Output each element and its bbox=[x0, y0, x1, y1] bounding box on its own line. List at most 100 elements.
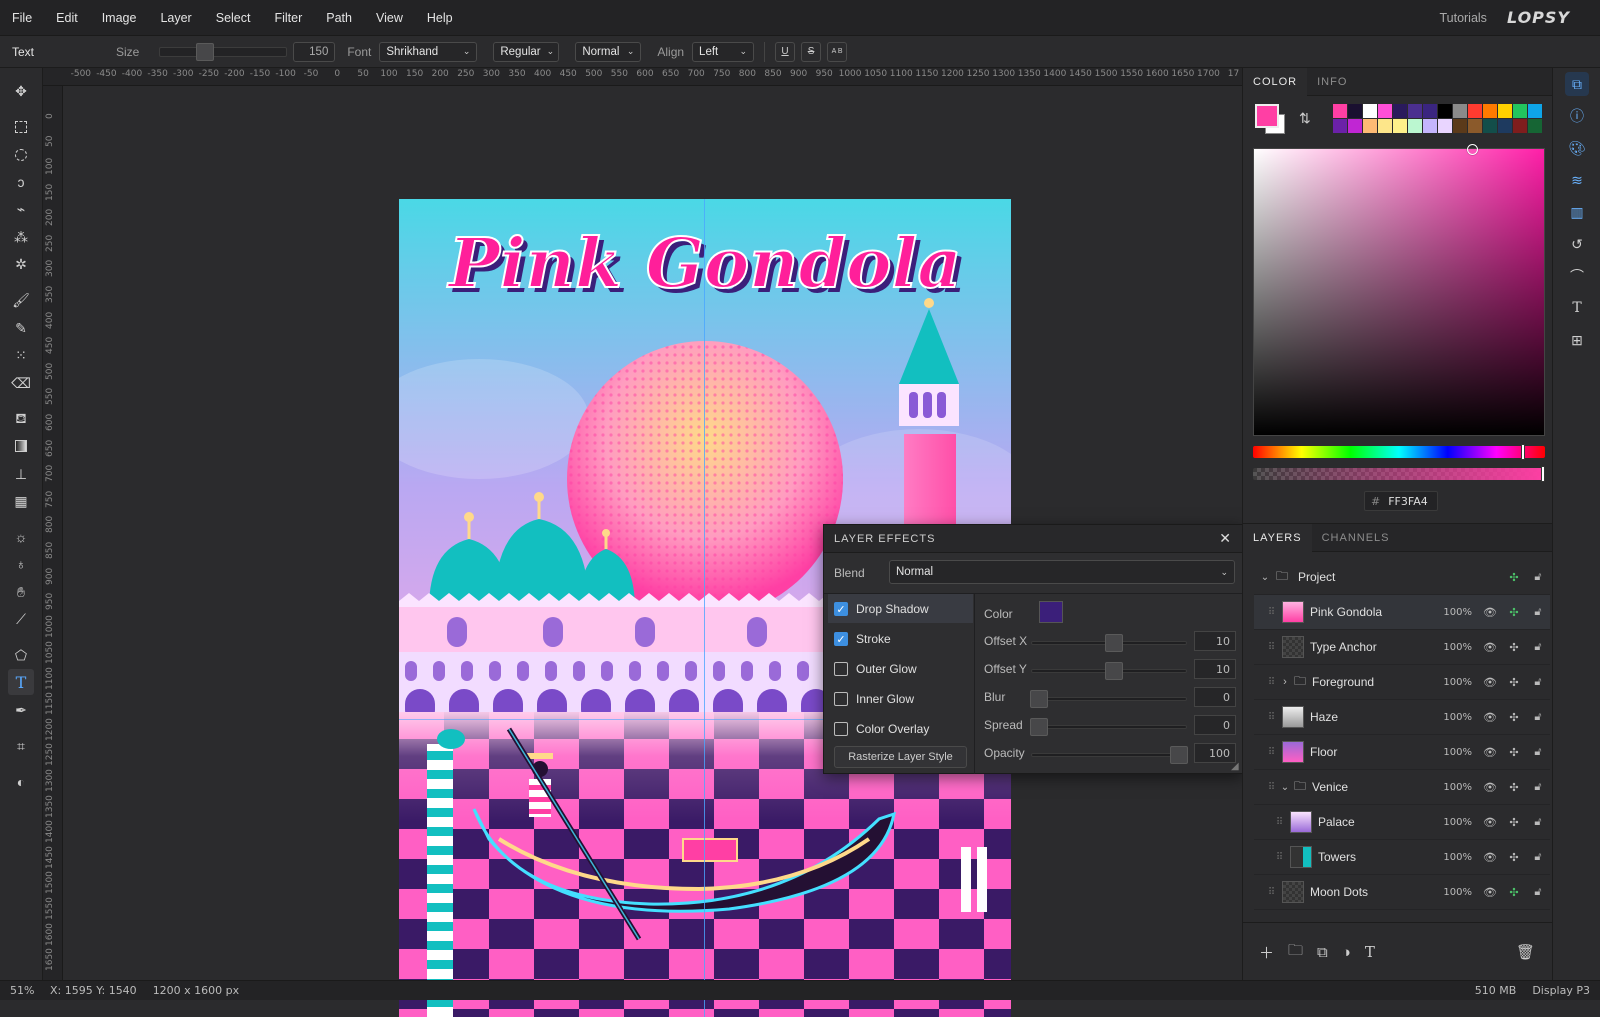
color-swatch[interactable] bbox=[1483, 104, 1497, 118]
layer-row-type-anchor[interactable]: ⠿ Type Anchor 100% 👁︎ ✣ 🔓︎ bbox=[1254, 630, 1550, 665]
healing-icon[interactable]: ✲ bbox=[8, 251, 34, 277]
drag-handle-icon[interactable]: ⠿ bbox=[1266, 712, 1276, 723]
add-layer-icon[interactable]: ＋ bbox=[1259, 942, 1274, 963]
map-icon[interactable]: ⧉ bbox=[1565, 72, 1589, 96]
spray-icon[interactable]: ⁙ bbox=[8, 342, 34, 368]
outer-glow-checkbox[interactable] bbox=[834, 662, 848, 676]
offset-x-slider[interactable] bbox=[1031, 634, 1187, 652]
color-swatch[interactable] bbox=[1393, 104, 1407, 118]
blur-knob[interactable] bbox=[1030, 690, 1048, 708]
font-style-select[interactable]: Regular ⌄ bbox=[493, 41, 560, 62]
offset-y-input[interactable]: 10 bbox=[1194, 659, 1236, 679]
alpha-slider-handle[interactable] bbox=[1541, 466, 1545, 482]
color-swatch[interactable] bbox=[1438, 119, 1452, 133]
saturation-brightness-picker[interactable] bbox=[1253, 144, 1545, 436]
lock-icon[interactable]: 🔓︎ bbox=[1526, 851, 1550, 864]
lock-icon[interactable]: 🔓︎ bbox=[1526, 746, 1550, 759]
eye-icon[interactable]: 👁︎ bbox=[1478, 816, 1502, 829]
text-layer-icon[interactable]: T bbox=[1365, 943, 1375, 961]
trash-icon[interactable]: 🗑︎ bbox=[1516, 943, 1535, 961]
pencil-icon[interactable]: ✎ bbox=[8, 315, 34, 341]
align-select[interactable]: Left ⌄ bbox=[692, 41, 755, 62]
color-swatch[interactable] bbox=[1348, 104, 1362, 118]
effects-icon[interactable]: ✣ bbox=[1502, 711, 1526, 724]
lasso-icon[interactable]: ↄ bbox=[8, 169, 34, 195]
eraser-icon[interactable]: ⌫ bbox=[8, 370, 34, 396]
eye-icon[interactable]: 👁︎ bbox=[1478, 851, 1502, 864]
chevron-down-icon[interactable]: ⌄ bbox=[1254, 572, 1276, 583]
lock-icon[interactable]: 🔓︎ bbox=[1526, 886, 1550, 899]
lock-icon[interactable]: 🔓︎ bbox=[1526, 606, 1550, 619]
effects-icon[interactable]: ✣ bbox=[1502, 781, 1526, 794]
effects-icon[interactable]: ✣ bbox=[1502, 851, 1526, 864]
opacity-knob[interactable] bbox=[1170, 746, 1188, 764]
offset-y-knob[interactable] bbox=[1105, 662, 1123, 680]
tab-layers[interactable]: LAYERS bbox=[1243, 523, 1312, 552]
color-swatch[interactable] bbox=[1378, 104, 1392, 118]
color-swatch[interactable] bbox=[1363, 104, 1377, 118]
shadow-color-swatch[interactable] bbox=[1039, 601, 1063, 623]
opacity-slider[interactable] bbox=[1031, 746, 1188, 764]
offset-x-input[interactable]: 10 bbox=[1194, 631, 1236, 651]
color-swatch[interactable] bbox=[1513, 119, 1527, 133]
quick-select-icon[interactable]: ⌁ bbox=[8, 196, 34, 222]
effects-icon[interactable]: ✣ bbox=[1502, 746, 1526, 759]
drag-handle-icon[interactable]: ⠿ bbox=[1266, 607, 1276, 618]
duplicate-icon[interactable]: ⧉ bbox=[1317, 944, 1328, 961]
rect-select-icon[interactable] bbox=[8, 114, 34, 140]
tab-info[interactable]: INFO bbox=[1307, 68, 1357, 96]
color-swatch[interactable] bbox=[1378, 119, 1392, 133]
character-icon[interactable]: T bbox=[1565, 296, 1589, 320]
hue-slider[interactable] bbox=[1253, 444, 1545, 460]
drag-handle-icon[interactable]: ⠿ bbox=[1266, 677, 1276, 688]
layer-row-haze[interactable]: ⠿ Haze 100% 👁︎ ✣ 🔓︎ bbox=[1254, 700, 1550, 735]
hex-input[interactable]: # FF3FA4 bbox=[1364, 491, 1438, 511]
move-icon[interactable]: ✥ bbox=[8, 78, 34, 104]
pen-icon[interactable]: ✒ bbox=[8, 697, 34, 723]
offset-x-knob[interactable] bbox=[1105, 634, 1123, 652]
vertical-guide[interactable] bbox=[704, 199, 705, 1017]
lock-icon[interactable]: 🔓︎ bbox=[1526, 781, 1550, 794]
curve-icon[interactable]: ⌒ bbox=[1565, 264, 1589, 288]
eye-icon[interactable]: 👁︎ bbox=[1478, 676, 1502, 689]
zoom-level[interactable]: 51% bbox=[10, 984, 44, 997]
opacity-input[interactable]: 100 bbox=[1194, 743, 1236, 763]
history-icon[interactable]: ↺ bbox=[1565, 232, 1589, 256]
smudge-icon[interactable]: ♁ bbox=[8, 551, 34, 577]
size-slider-knob[interactable] bbox=[196, 42, 215, 61]
color-swatch[interactable] bbox=[1498, 104, 1512, 118]
inner-glow-label[interactable]: Inner Glow bbox=[856, 692, 914, 706]
color-swatch[interactable] bbox=[1408, 119, 1422, 133]
size-input[interactable]: 150 bbox=[293, 41, 336, 62]
mask-icon[interactable]: ◑ bbox=[1342, 944, 1351, 961]
strikethrough-button[interactable]: S bbox=[801, 41, 822, 62]
color-overlay-label[interactable]: Color Overlay bbox=[856, 722, 929, 736]
spread-knob[interactable] bbox=[1030, 718, 1048, 736]
color-swatch[interactable] bbox=[1363, 119, 1377, 133]
effects-icon[interactable]: ✣ bbox=[1502, 816, 1526, 829]
shape-icon[interactable]: ⬠ bbox=[8, 642, 34, 668]
lock-icon[interactable]: 🔓︎ bbox=[1526, 571, 1550, 584]
color-swatch[interactable] bbox=[1453, 119, 1467, 133]
layers-icon[interactable]: ≋ bbox=[1565, 168, 1589, 192]
palette-icon[interactable]: 🎨︎ bbox=[1565, 136, 1589, 160]
font-select[interactable]: Shrikhand ⌄ bbox=[379, 41, 478, 62]
effects-icon[interactable]: ✣ bbox=[1502, 571, 1526, 584]
drop-shadow-checkbox[interactable]: ✓ bbox=[834, 602, 848, 616]
chevron-right-icon[interactable]: › bbox=[1276, 676, 1294, 688]
layer-row-foreground[interactable]: ⠿ › 🗀 Foreground 100% 👁︎ ✣ 🔓︎ bbox=[1254, 665, 1550, 700]
eye-icon[interactable]: 👁︎ bbox=[1478, 711, 1502, 724]
color-swatch[interactable] bbox=[1348, 119, 1362, 133]
new-group-icon[interactable]: 🗀 bbox=[1288, 940, 1303, 965]
color-swatch[interactable] bbox=[1468, 119, 1482, 133]
color-swatch[interactable] bbox=[1408, 104, 1422, 118]
alpha-slider[interactable] bbox=[1253, 466, 1545, 482]
crop-icon[interactable]: ⌗ bbox=[8, 733, 34, 759]
stamp-icon[interactable]: ⊥ bbox=[8, 461, 34, 487]
layer-row-floor[interactable]: ⠿ Floor 100% 👁︎ ✣ 🔓︎ bbox=[1254, 735, 1550, 770]
eye-icon[interactable]: 👁︎ bbox=[1478, 641, 1502, 654]
brush-icon[interactable]: 🖌︎ bbox=[8, 287, 34, 313]
tab-channels[interactable]: CHANNELS bbox=[1312, 524, 1400, 552]
ellipse-select-icon[interactable] bbox=[8, 142, 34, 168]
stroke-checkbox[interactable]: ✓ bbox=[834, 632, 848, 646]
